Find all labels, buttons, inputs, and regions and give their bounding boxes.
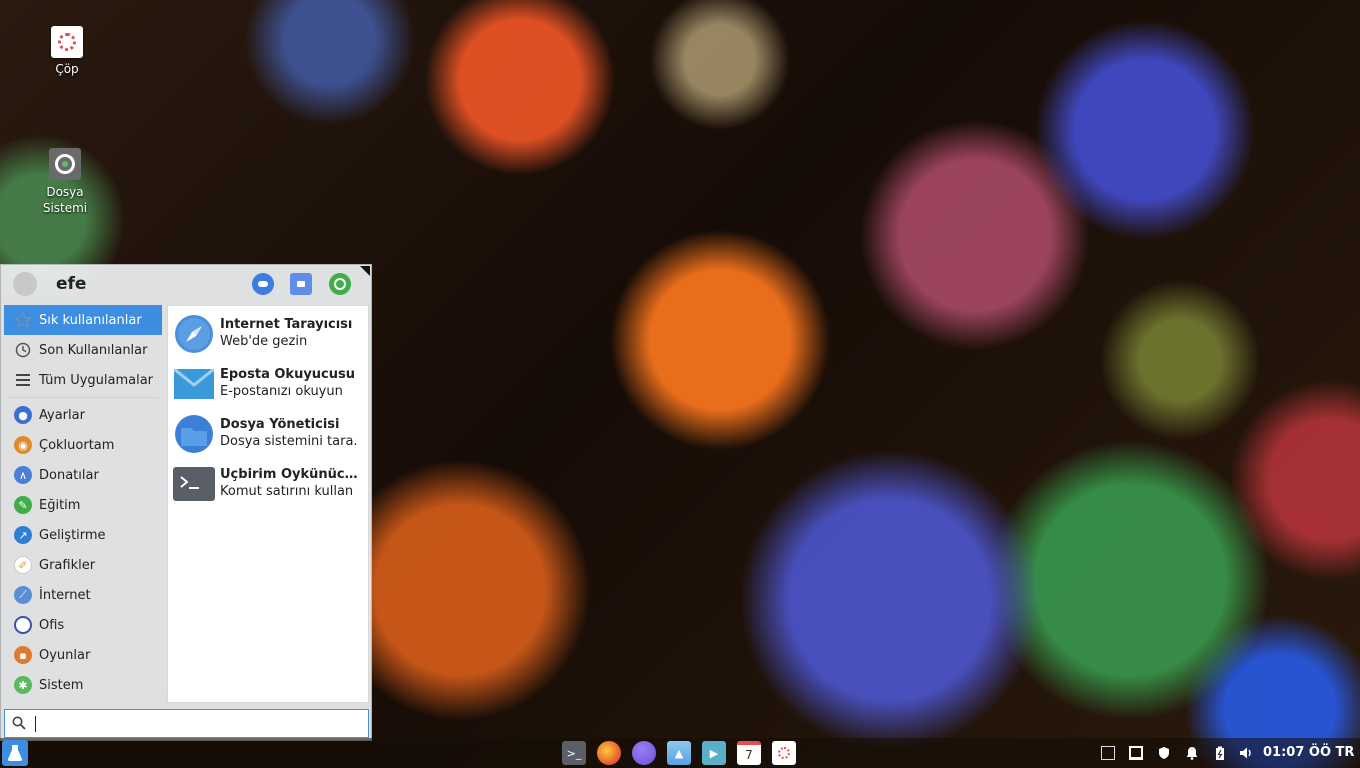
app-name: Eposta Okuyucusu [220, 367, 356, 382]
desktop-icon-filesystem[interactable]: Dosya Sistemi [30, 148, 100, 216]
app-mail-reader[interactable]: Eposta Okuyucusu E-postanızı okuyun [168, 359, 368, 407]
image-viewer-icon[interactable]: ▲ [667, 741, 691, 765]
folder-icon [173, 415, 215, 453]
category-label: Oyunlar [39, 647, 91, 663]
search-input[interactable] [33, 713, 363, 735]
app-terminal-emulator[interactable]: Uçbirim Öykünücüsü Komut satırını kullan [168, 459, 368, 507]
video-icon[interactable]: ▶ [702, 741, 726, 765]
category-label: Grafikler [39, 557, 96, 573]
category-all-apps[interactable]: Tüm Uygulamalar [4, 365, 162, 395]
filesystem-icon [49, 148, 81, 180]
clock[interactable]: 01:07 ÖÖ TR [1263, 745, 1354, 760]
divider [8, 397, 158, 398]
graphics-icon: ✐ [14, 556, 32, 574]
system-icon: ✱ [14, 676, 32, 694]
internet-icon: ⟋ [14, 586, 32, 604]
app-description: E-postanızı okuyun [220, 384, 343, 399]
taskbar: >_ ▲ ▶ 7 01:07 ÖÖ TR [0, 738, 1360, 768]
app-list: İnternet Tarayıcısı Web'de gezin Eposta … [167, 305, 369, 703]
category-label: Sık kullanılanlar [39, 312, 142, 328]
office-icon [14, 616, 32, 634]
menu-header: efe [1, 265, 373, 303]
display-icon[interactable] [1129, 746, 1143, 760]
app-description: Dosya sistemini tara. [220, 434, 358, 449]
user-name: efe [56, 274, 87, 294]
shield-icon[interactable] [1157, 746, 1171, 760]
desktop-icon-label: Dosya Sistemi [42, 185, 88, 215]
firefox-icon[interactable] [597, 741, 621, 765]
category-label: Eğitim [39, 497, 81, 513]
category-settings[interactable]: ● Ayarlar [4, 400, 162, 430]
notification-bell-icon[interactable] [1185, 746, 1199, 760]
category-label: Ayarlar [39, 407, 85, 423]
logout-button[interactable] [329, 273, 351, 295]
category-label: Tüm Uygulamalar [39, 372, 154, 388]
category-list: Sık kullanılanlar Son Kullanılanlar Tüm … [4, 305, 162, 700]
category-development[interactable]: ↗ Geliştirme [4, 520, 162, 550]
workspace-switcher-icon[interactable] [1101, 746, 1115, 760]
terminal-icon [173, 465, 215, 503]
category-games[interactable]: ▪ Oyunlar [4, 640, 162, 670]
app-description: Komut satırını kullan [220, 484, 354, 499]
settings-manager-button[interactable] [252, 273, 274, 295]
category-favorites[interactable]: Sık kullanılanlar [4, 305, 162, 335]
app-name: İnternet Tarayıcısı [220, 317, 353, 332]
app-file-manager[interactable]: Dosya Yöneticisi Dosya sistemini tara. [168, 409, 368, 457]
clock-icon [14, 341, 32, 359]
search-icon [12, 716, 26, 730]
list-icon [14, 371, 32, 389]
trash-icon [51, 26, 83, 58]
envelope-icon [173, 365, 215, 403]
desktop-icon-trash[interactable]: Çöp [32, 26, 102, 76]
flask-icon [7, 745, 23, 761]
battery-icon[interactable] [1213, 746, 1227, 760]
lock-screen-button[interactable] [290, 273, 312, 295]
education-icon: ✎ [14, 496, 32, 514]
application-menu: efe Sık kullanılanlar Son Kullanılanlar … [0, 264, 372, 741]
star-icon [14, 311, 32, 329]
accessories-icon: ∧ [14, 466, 32, 484]
multimedia-icon: ◉ [14, 436, 32, 454]
whisker-menu-button[interactable] [2, 740, 28, 766]
app-web-browser[interactable]: İnternet Tarayıcısı Web'de gezin [168, 309, 368, 357]
settings-icon: ● [14, 406, 32, 424]
search-field[interactable] [4, 709, 369, 738]
category-label: Son Kullanılanlar [39, 342, 148, 358]
app-name: Dosya Yöneticisi [220, 417, 340, 432]
category-label: Sistem [39, 677, 84, 693]
category-office[interactable]: Ofis [4, 610, 162, 640]
category-internet[interactable]: ⟋ İnternet [4, 580, 162, 610]
category-multimedia[interactable]: ◉ Çokluortam [4, 430, 162, 460]
category-education[interactable]: ✎ Eğitim [4, 490, 162, 520]
games-icon: ▪ [14, 646, 32, 664]
category-label: Donatılar [39, 467, 99, 483]
compass-icon [173, 315, 215, 353]
category-label: Geliştirme [39, 527, 106, 543]
terminal-icon[interactable]: >_ [562, 741, 586, 765]
browser-icon[interactable] [632, 741, 656, 765]
app-description: Web'de gezin [220, 334, 308, 349]
category-system[interactable]: ✱ Sistem [4, 670, 162, 700]
trash-icon[interactable] [772, 741, 796, 765]
avatar [13, 272, 37, 296]
category-label: Çokluortam [39, 437, 115, 453]
volume-icon[interactable] [1239, 746, 1253, 760]
calendar-icon[interactable]: 7 [737, 741, 761, 765]
category-label: Ofis [39, 617, 65, 633]
category-graphics[interactable]: ✐ Grafikler [4, 550, 162, 580]
category-label: İnternet [39, 587, 91, 603]
app-name: Uçbirim Öykünücüsü [220, 467, 366, 482]
desktop-icon-label: Çöp [55, 62, 79, 76]
development-icon: ↗ [14, 526, 32, 544]
category-accessories[interactable]: ∧ Donatılar [4, 460, 162, 490]
category-recent[interactable]: Son Kullanılanlar [4, 335, 162, 365]
